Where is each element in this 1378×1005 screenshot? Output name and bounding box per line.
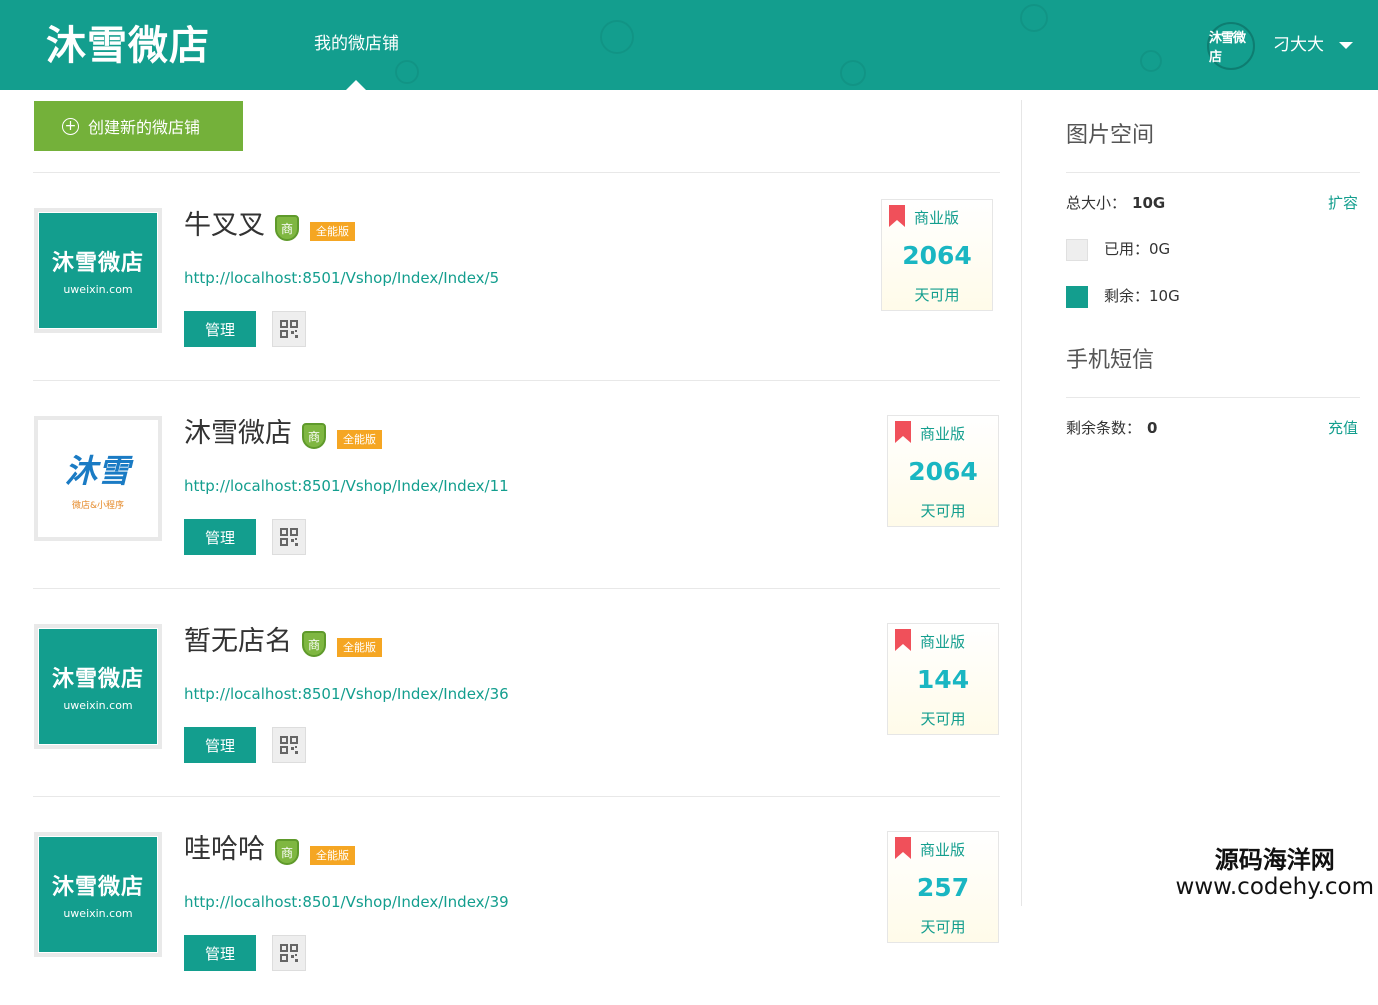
shop-logo-subtext: uweixin.com	[63, 283, 132, 296]
shop-logo-subtext: uweixin.com	[63, 907, 132, 920]
sms-remaining-value: 0	[1147, 419, 1157, 437]
watermark-line1: 源码海洋网	[1176, 846, 1374, 874]
user-name[interactable]: 刁大大	[1273, 33, 1324, 57]
qr-code-button[interactable]	[272, 935, 306, 971]
edition-label: 商业版	[920, 632, 965, 652]
watermark-line2: www.codehy.com	[1176, 874, 1374, 900]
qr-code-button[interactable]	[272, 311, 306, 347]
shop-name[interactable]: 暂无店名	[184, 625, 292, 659]
days-remaining: 144	[888, 664, 998, 696]
merchant-shield-icon: 商	[302, 631, 326, 657]
shop-logo-text: 沐雪微店	[52, 661, 144, 693]
merchant-badge-text: 商	[308, 636, 320, 653]
edition-label: 商业版	[920, 840, 965, 860]
edition-badge: 全能版	[310, 846, 355, 865]
qr-code-icon	[279, 735, 299, 755]
merchant-shield-icon: 商	[302, 423, 326, 449]
total-size-value: 10G	[1132, 194, 1165, 212]
sms-remaining-label: 剩余条数：	[1066, 419, 1141, 437]
merchant-badge-text: 商	[308, 428, 320, 445]
edition-badge: 全能版	[310, 222, 355, 241]
nav-my-shops[interactable]: 我的微店铺	[314, 32, 399, 56]
avatar[interactable]: 沐雪微店	[1207, 22, 1255, 70]
shop-logo-text: 沐雪微店	[52, 869, 144, 901]
bookmark-flag-icon	[893, 629, 913, 651]
shop-card: 沐雪微店 uweixin.com 暂无店名 商 全能版 http://local…	[33, 589, 1000, 797]
shop-card: 沐雪微店 uweixin.com 牛叉叉 商 全能版 http://localh…	[33, 173, 1000, 381]
edition-badge: 全能版	[337, 638, 382, 657]
shop-logo-text: 沐雪	[65, 446, 131, 492]
divider	[1066, 397, 1360, 398]
active-nav-indicator	[346, 80, 366, 90]
days-label: 天可用	[882, 285, 992, 305]
edition-label: 商业版	[914, 208, 959, 228]
image-space-title: 图片空间	[1066, 122, 1154, 150]
remaining-legend-swatch	[1066, 286, 1088, 308]
shop-logo-text: 沐雪微店	[52, 245, 144, 277]
brand-logo[interactable]: 沐雪微店	[46, 20, 210, 72]
edition-badge: 全能版	[337, 430, 382, 449]
qr-code-icon	[279, 943, 299, 963]
shop-url-link[interactable]: http://localhost:8501/Vshop/Index/Index/…	[184, 684, 509, 704]
sms-title: 手机短信	[1066, 347, 1154, 375]
used-legend-swatch	[1066, 239, 1088, 261]
shop-logo[interactable]: 沐雪微店 uweixin.com	[34, 208, 162, 333]
manage-button[interactable]: 管理	[184, 311, 256, 347]
qr-code-button[interactable]	[272, 519, 306, 555]
total-size-label: 总大小：	[1066, 194, 1126, 212]
edition-card: 商业版 2064 天可用	[881, 199, 993, 311]
days-label: 天可用	[888, 709, 998, 729]
shop-logo[interactable]: 沐雪 微店&小程序	[34, 416, 162, 541]
divider	[1066, 172, 1360, 173]
days-remaining: 2064	[882, 240, 992, 272]
top-header: 沐雪微店 我的微店铺 沐雪微店 刁大大	[0, 0, 1378, 90]
watermark: 源码海洋网 www.codehy.com	[1176, 846, 1374, 900]
shop-logo[interactable]: 沐雪微店 uweixin.com	[34, 832, 162, 957]
shop-card: 沐雪微店 uweixin.com 哇哈哈 商 全能版 http://localh…	[33, 797, 1000, 1005]
qr-code-icon	[279, 527, 299, 547]
shop-logo-subtext: 微店&小程序	[72, 498, 124, 511]
shop-name[interactable]: 哇哈哈	[184, 833, 265, 867]
shop-card: 沐雪 微店&小程序 沐雪微店 商 全能版 http://localhost:85…	[33, 381, 1000, 589]
total-size: 总大小： 10G	[1066, 193, 1165, 213]
manage-button[interactable]: 管理	[184, 519, 256, 555]
chevron-down-icon[interactable]	[1339, 42, 1353, 49]
shop-logo-subtext: uweixin.com	[63, 699, 132, 712]
merchant-badge-text: 商	[281, 844, 293, 861]
recharge-link[interactable]: 充值	[1328, 418, 1358, 438]
create-shop-label: 创建新的微店铺	[88, 114, 200, 138]
days-remaining: 2064	[888, 456, 998, 488]
bookmark-flag-icon	[887, 205, 907, 227]
shop-logo[interactable]: 沐雪微店 uweixin.com	[34, 624, 162, 749]
merchant-shield-icon: 商	[275, 215, 299, 241]
expand-storage-link[interactable]: 扩容	[1328, 193, 1358, 213]
plus-circle-icon: +	[62, 118, 79, 135]
edition-label: 商业版	[920, 424, 965, 444]
bookmark-flag-icon	[893, 421, 913, 443]
days-label: 天可用	[888, 501, 998, 521]
days-remaining: 257	[888, 872, 998, 904]
sidebar-divider	[1021, 100, 1022, 906]
manage-button[interactable]: 管理	[184, 727, 256, 763]
merchant-badge-text: 商	[281, 220, 293, 237]
shop-name[interactable]: 沐雪微店	[184, 417, 292, 451]
used-space: 已用：0G	[1104, 239, 1170, 259]
shop-name[interactable]: 牛叉叉	[184, 209, 265, 243]
avatar-text: 沐雪微店	[1209, 27, 1253, 65]
shop-url-link[interactable]: http://localhost:8501/Vshop/Index/Index/…	[184, 476, 509, 496]
remaining-space: 剩余：10G	[1104, 286, 1180, 306]
manage-button[interactable]: 管理	[184, 935, 256, 971]
sms-remaining: 剩余条数： 0	[1066, 418, 1157, 438]
days-label: 天可用	[888, 917, 998, 937]
create-shop-button[interactable]: + 创建新的微店铺	[34, 101, 243, 151]
edition-card: 商业版 257 天可用	[887, 831, 999, 943]
edition-card: 商业版 2064 天可用	[887, 415, 999, 527]
shop-url-link[interactable]: http://localhost:8501/Vshop/Index/Index/…	[184, 892, 509, 912]
merchant-shield-icon: 商	[275, 839, 299, 865]
qr-code-button[interactable]	[272, 727, 306, 763]
bookmark-flag-icon	[893, 837, 913, 859]
shop-url-link[interactable]: http://localhost:8501/Vshop/Index/Index/…	[184, 268, 499, 288]
edition-card: 商业版 144 天可用	[887, 623, 999, 735]
qr-code-icon	[279, 319, 299, 339]
